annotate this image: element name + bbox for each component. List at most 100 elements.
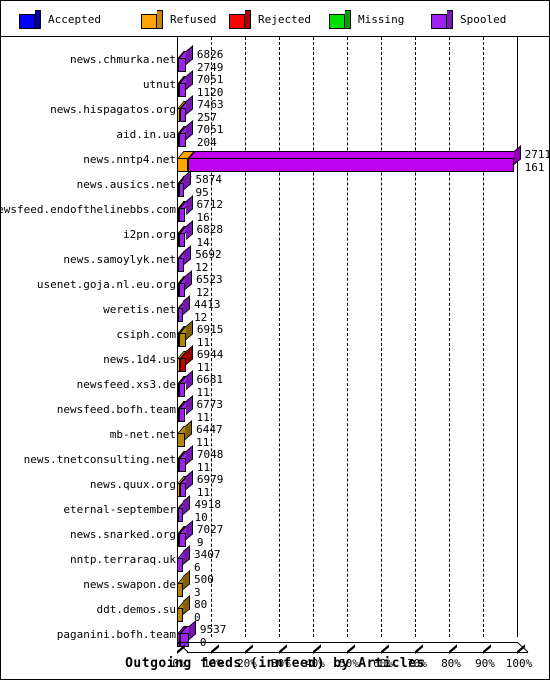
stacked-bar[interactable] — [177, 370, 193, 397]
stacked-bar[interactable] — [177, 420, 193, 447]
bar-value-labels: 6828 14 — [197, 223, 224, 249]
stacked-bar[interactable] — [177, 195, 193, 222]
legend-item-missing[interactable]: Missing — [329, 6, 404, 32]
bar-row-label: i2pn.org — [123, 228, 176, 241]
bar-row[interactable]: news.tnetconsulting.net 7048 11 — [1, 445, 549, 474]
bar-row[interactable]: news.quux.org 6979 11 — [1, 470, 549, 499]
stacked-bar[interactable] — [177, 570, 190, 597]
stacked-bar[interactable] — [177, 495, 191, 522]
x-tick — [211, 642, 221, 654]
stacked-bar[interactable] — [177, 520, 193, 547]
bar-row-label: csiph.com — [116, 328, 176, 341]
stacked-bar[interactable] — [177, 245, 192, 272]
bar-value-primary: 4918 — [194, 498, 221, 511]
bar-segment-side — [185, 420, 193, 440]
stacked-bar[interactable] — [177, 170, 192, 197]
chart-legend: Accepted Refused Rejected Missing Spooled — [1, 1, 549, 37]
bar-row[interactable]: news.ausics.net 5874 95 — [1, 170, 549, 199]
bar-row[interactable]: newsfeed.bofh.team 6773 11 — [1, 395, 549, 424]
bar-segment-side — [183, 595, 190, 615]
bar-segment — [178, 408, 186, 422]
bar-segment — [179, 458, 186, 472]
stacked-bar[interactable] — [177, 70, 193, 97]
bar-row-label: usenet.goja.nl.eu.org — [36, 278, 176, 291]
stacked-bar[interactable] — [177, 95, 194, 122]
stacked-bar[interactable] — [177, 445, 193, 472]
bar-value-secondary: 204 — [196, 135, 217, 149]
bar-row[interactable]: ddt.demos.su 80 0 — [1, 595, 549, 624]
stacked-bar[interactable] — [177, 270, 193, 297]
bar-value-labels: 4413 12 — [194, 298, 221, 324]
stacked-bar[interactable] — [177, 595, 190, 622]
bar-value-primary: 6944 — [196, 348, 224, 361]
bar-value-labels: 7463 257 — [197, 98, 224, 124]
bar-segment — [179, 533, 186, 547]
bar-value-primary: 271181 — [524, 148, 549, 161]
bar-value-primary: 6773 — [196, 398, 224, 411]
bar-value-primary: 80 — [194, 598, 208, 611]
bar-segment — [179, 483, 186, 497]
stacked-bar[interactable] — [177, 345, 193, 372]
bar-segment-side — [185, 220, 193, 240]
bar-row-label: news.samoylyk.net — [63, 253, 176, 266]
stacked-bar[interactable] — [177, 45, 193, 72]
bar-value-primary: 6915 — [196, 323, 224, 336]
bar-value-labels: 7051 1120 — [196, 73, 224, 99]
stacked-bar[interactable] — [177, 320, 193, 347]
legend-item-refused[interactable]: Refused — [141, 6, 216, 32]
bar-row-label: news.nntp4.net — [83, 153, 176, 166]
bar-row[interactable]: nntp.terraraq.uk 3407 6 — [1, 545, 549, 574]
bar-value-labels: 6447 11 — [196, 423, 223, 449]
bar-value-labels: 6773 11 — [196, 398, 224, 424]
bar-row[interactable]: news.1d4.us 6944 11 — [1, 345, 549, 374]
legend-item-accepted[interactable]: Accepted — [19, 6, 101, 32]
stacked-bar[interactable] — [177, 545, 190, 572]
bar-row-label: utnut — [142, 78, 176, 91]
bar-row[interactable]: news.nntp4.net 271181161 — [1, 145, 549, 174]
bar-row-label: news.swapon.de — [83, 578, 176, 591]
bar-row-label: aid.in.ua — [116, 128, 176, 141]
bar-segment-side — [184, 170, 192, 190]
plot-area: news.chmurka.net 6826 2749 utnut 7051 1120 new… — [1, 37, 549, 679]
bar-row[interactable]: news.hispagatos.org 7463 257 — [1, 95, 549, 124]
bar-segment-side — [185, 270, 193, 290]
bar-row[interactable]: newsfeed.endofthelinebbs.com 6712 16 — [1, 195, 549, 224]
bar-value-primary: 6523 — [196, 273, 223, 286]
bar-segment — [179, 333, 186, 347]
bar-segment — [179, 208, 186, 222]
bar-value-primary: 4413 — [194, 298, 221, 311]
bar-row[interactable]: eternal-september 4918 10 — [1, 495, 549, 524]
legend-item-rejected[interactable]: Rejected — [229, 6, 311, 32]
bar-row[interactable]: utnut 7051 1120 — [1, 70, 549, 99]
bar-row[interactable]: news.snarked.org 7027 9 — [1, 520, 549, 549]
stacked-bar[interactable] — [177, 220, 193, 247]
legend-item-spooled[interactable]: Spooled — [431, 6, 506, 32]
bar-row[interactable]: csiph.com 6915 11 — [1, 320, 549, 349]
bar-row[interactable]: aid.in.ua 7051 204 — [1, 120, 549, 149]
bar-row[interactable]: news.swapon.de 500 3 — [1, 570, 549, 599]
stacked-bar[interactable] — [177, 295, 190, 322]
bar-segment — [179, 383, 186, 397]
bar-row[interactable]: weretis.net 4413 12 — [1, 295, 549, 324]
bar-row[interactable]: i2pn.org 6828 14 — [1, 220, 549, 249]
bar-value-primary: 6826 — [196, 48, 224, 61]
bar-value-labels: 7027 9 — [197, 523, 224, 549]
bar-segment-side — [185, 370, 193, 390]
bar-row-label: nntp.terraraq.uk — [70, 553, 176, 566]
bar-segment-side — [185, 120, 193, 140]
bar-value-secondary: 161 — [524, 160, 545, 174]
bar-row[interactable]: news.chmurka.net 6826 2749 — [1, 45, 549, 74]
stacked-bar[interactable] — [177, 470, 193, 497]
stacked-bar[interactable] — [177, 395, 193, 422]
x-tick — [381, 642, 391, 654]
bar-row[interactable]: news.samoylyk.net 5692 12 — [1, 245, 549, 274]
bar-value-primary: 7051 — [196, 73, 224, 86]
x-tick — [415, 642, 425, 654]
legend-label: Accepted — [48, 12, 101, 26]
bar-row-label: weretis.net — [103, 303, 176, 316]
bar-row[interactable]: newsfeed.xs3.de 6681 11 — [1, 370, 549, 399]
stacked-bar[interactable] — [177, 120, 193, 147]
bar-row[interactable]: usenet.goja.nl.eu.org 6523 12 — [1, 270, 549, 299]
stacked-bar[interactable] — [177, 145, 521, 172]
bar-row[interactable]: mb-net.net 6447 11 — [1, 420, 549, 449]
